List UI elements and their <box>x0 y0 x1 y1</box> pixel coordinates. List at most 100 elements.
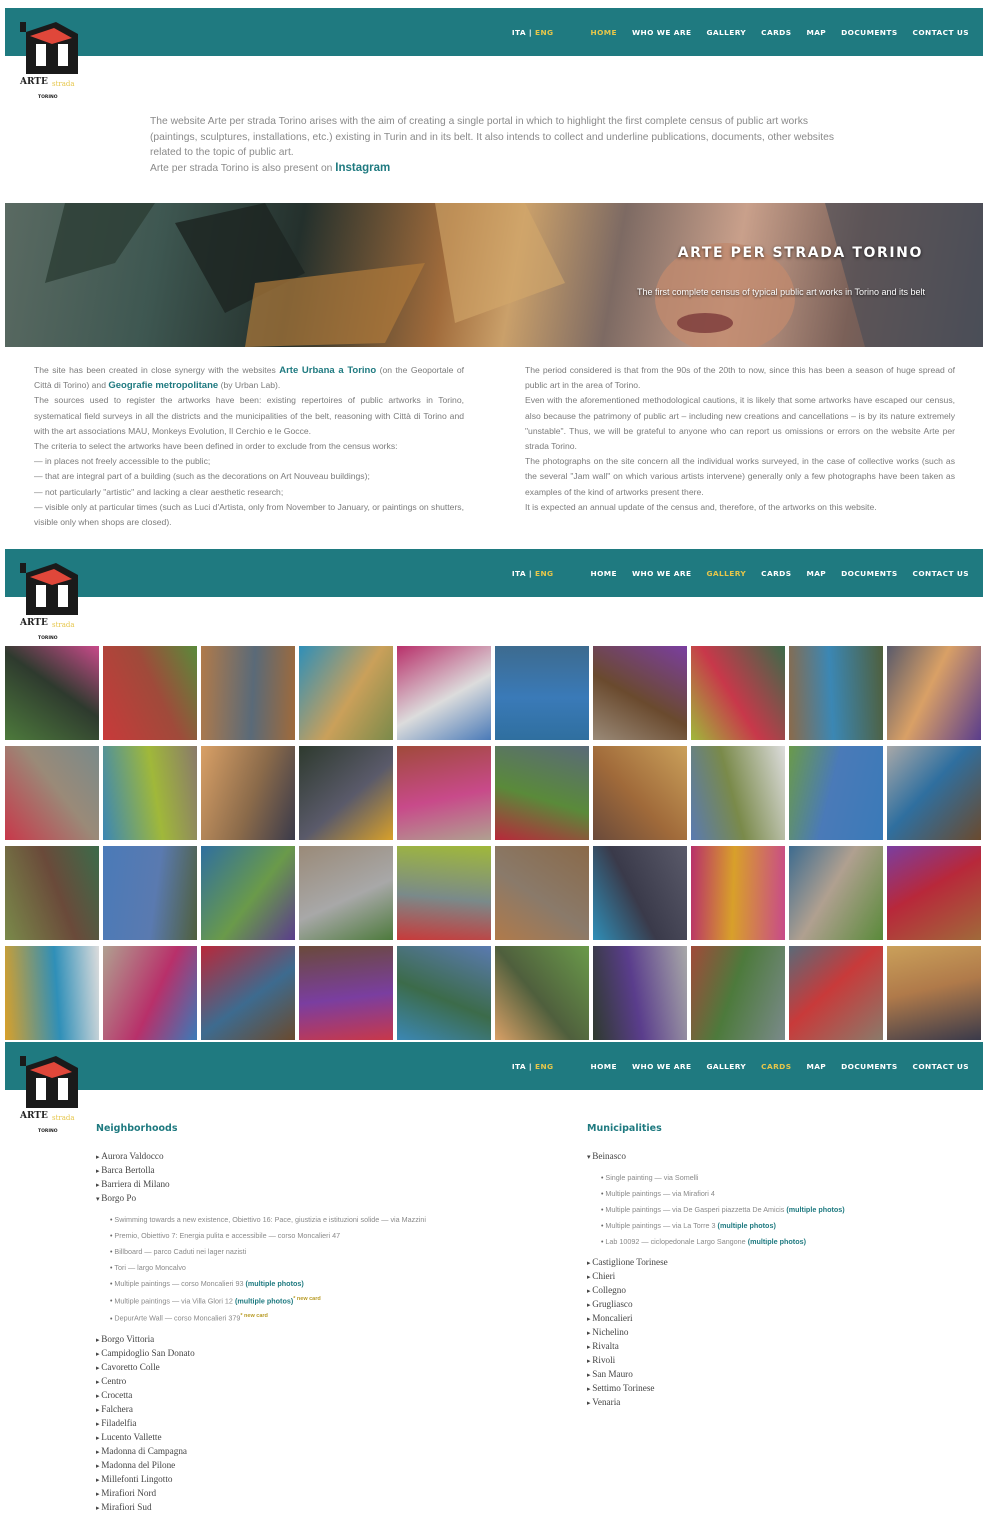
gallery-thumbnail[interactable] <box>887 946 981 1040</box>
list-item[interactable]: Aurora Valdocco <box>96 1150 426 1164</box>
geografie-metropolitane-link[interactable]: Geografie metropolitane <box>108 380 218 391</box>
gallery-thumbnail[interactable] <box>5 846 99 940</box>
nav-gallery[interactable]: GALLERY <box>706 28 746 37</box>
site-logo[interactable]: ARTE strada TORINO <box>16 14 82 104</box>
nav-who-we-are[interactable]: WHO WE ARE <box>632 1062 691 1071</box>
list-item[interactable]: Grugliasco <box>587 1298 845 1312</box>
gallery-thumbnail[interactable] <box>397 946 491 1040</box>
gallery-thumbnail[interactable] <box>397 846 491 940</box>
list-item[interactable]: Centro <box>96 1375 426 1389</box>
artwork-item[interactable]: Swimming towards a new existence, Obiett… <box>110 1212 426 1228</box>
list-item[interactable]: Madonna del Pilone <box>96 1459 426 1473</box>
gallery-thumbnail[interactable] <box>5 946 99 1040</box>
list-item[interactable]: Crocetta <box>96 1389 426 1403</box>
gallery-thumbnail[interactable] <box>593 846 687 940</box>
artwork-item[interactable]: Multiple paintings — corso Moncalieri 93… <box>110 1276 426 1292</box>
gallery-thumbnail[interactable] <box>789 746 883 840</box>
gallery-thumbnail[interactable] <box>495 946 589 1040</box>
nav-map[interactable]: MAP <box>806 569 826 578</box>
site-logo[interactable]: ARTE strada TORINO <box>16 1048 82 1138</box>
gallery-thumbnail[interactable] <box>5 746 99 840</box>
lang-eng-link[interactable]: ENG <box>535 569 554 578</box>
gallery-thumbnail[interactable] <box>495 746 589 840</box>
gallery-thumbnail[interactable] <box>691 746 785 840</box>
gallery-thumbnail[interactable] <box>299 946 393 1040</box>
list-item[interactable]: Beinasco <box>587 1150 845 1164</box>
gallery-thumbnail[interactable] <box>691 646 785 740</box>
gallery-thumbnail[interactable] <box>593 646 687 740</box>
list-item[interactable]: Moncalieri <box>587 1312 845 1326</box>
list-item[interactable]: Filadelfia <box>96 1417 426 1431</box>
list-item[interactable]: Borgo Vittoria <box>96 1333 426 1347</box>
multiple-photos-link[interactable]: (multiple photos) <box>786 1205 844 1214</box>
gallery-thumbnail[interactable] <box>887 746 981 840</box>
gallery-thumbnail[interactable] <box>103 846 197 940</box>
multiple-photos-link[interactable]: (multiple photos) <box>748 1237 806 1246</box>
nav-contact-us[interactable]: CONTACT US <box>913 569 969 578</box>
nav-cards[interactable]: CARDS <box>761 569 791 578</box>
gallery-thumbnail[interactable] <box>201 946 295 1040</box>
lang-eng-link[interactable]: ENG <box>535 1062 554 1071</box>
list-item[interactable]: San Mauro <box>587 1368 845 1382</box>
gallery-thumbnail[interactable] <box>789 946 883 1040</box>
gallery-thumbnail[interactable] <box>103 746 197 840</box>
nav-documents[interactable]: DOCUMENTS <box>841 28 897 37</box>
gallery-thumbnail[interactable] <box>397 646 491 740</box>
list-item[interactable]: Borgo Po <box>96 1192 426 1206</box>
nav-contact-us[interactable]: CONTACT US <box>913 28 969 37</box>
artwork-item[interactable]: Premio, Obiettivo 7: Energia pulita e ac… <box>110 1228 426 1244</box>
lang-ita-link[interactable]: ITA <box>512 569 526 578</box>
nav-documents[interactable]: DOCUMENTS <box>841 1062 897 1071</box>
gallery-thumbnail[interactable] <box>397 746 491 840</box>
list-item[interactable]: Nichelino <box>587 1326 845 1340</box>
list-item[interactable]: Lucento Vallette <box>96 1431 426 1445</box>
site-logo[interactable]: ARTE strada TORINO <box>16 555 82 645</box>
lang-eng-link[interactable]: ENG <box>535 28 554 37</box>
instagram-link[interactable]: Instagram <box>335 162 390 174</box>
artwork-item[interactable]: Multiple paintings — via Villa Glori 12 … <box>110 1292 426 1309</box>
list-item[interactable]: Millefonti Lingotto <box>96 1473 426 1487</box>
gallery-thumbnail[interactable] <box>691 946 785 1040</box>
nav-home[interactable]: HOME <box>591 1062 617 1071</box>
gallery-thumbnail[interactable] <box>299 746 393 840</box>
gallery-thumbnail[interactable] <box>887 646 981 740</box>
artwork-item[interactable]: Multiple paintings — via Mirafiori 4 <box>601 1186 845 1202</box>
gallery-thumbnail[interactable] <box>201 846 295 940</box>
artwork-item[interactable]: DepurArte Wall — corso Moncalieri 379* n… <box>110 1309 426 1326</box>
list-item[interactable]: Chieri <box>587 1270 845 1284</box>
gallery-thumbnail[interactable] <box>103 646 197 740</box>
gallery-thumbnail[interactable] <box>5 646 99 740</box>
gallery-thumbnail[interactable] <box>201 646 295 740</box>
list-item[interactable]: Mirafiori Nord <box>96 1487 426 1501</box>
multiple-photos-link[interactable]: (multiple photos) <box>718 1221 776 1230</box>
nav-documents[interactable]: DOCUMENTS <box>841 569 897 578</box>
artwork-item[interactable]: Lab 10092 — ciclopedonale Largo Sangone … <box>601 1234 845 1250</box>
arte-urbana-link[interactable]: Arte Urbana a Torino <box>279 365 376 376</box>
gallery-thumbnail[interactable] <box>691 846 785 940</box>
nav-map[interactable]: MAP <box>806 28 826 37</box>
list-item[interactable]: Madonna di Campagna <box>96 1445 426 1459</box>
gallery-thumbnail[interactable] <box>887 846 981 940</box>
nav-gallery[interactable]: GALLERY <box>706 569 746 578</box>
gallery-thumbnail[interactable] <box>299 646 393 740</box>
artwork-item[interactable]: Billboard — parco Caduti nei lager nazis… <box>110 1244 426 1260</box>
artwork-item[interactable]: Tori — largo Moncalvo <box>110 1260 426 1276</box>
list-item[interactable]: Collegno <box>587 1284 845 1298</box>
multiple-photos-link[interactable]: (multiple photos) <box>235 1296 293 1305</box>
nav-cards[interactable]: CARDS <box>761 28 791 37</box>
list-item[interactable]: Barca Bertolla <box>96 1164 426 1178</box>
gallery-thumbnail[interactable] <box>201 746 295 840</box>
gallery-thumbnail[interactable] <box>789 846 883 940</box>
list-item[interactable]: Campidoglio San Donato <box>96 1347 426 1361</box>
list-item[interactable]: Cavoretto Colle <box>96 1361 426 1375</box>
list-item[interactable]: Barriera di Milano <box>96 1178 426 1192</box>
gallery-thumbnail[interactable] <box>593 946 687 1040</box>
list-item[interactable]: Rivalta <box>587 1340 845 1354</box>
artwork-item[interactable]: Multiple paintings — via De Gasperi piaz… <box>601 1202 844 1218</box>
list-item[interactable]: Rivoli <box>587 1354 845 1368</box>
gallery-thumbnail[interactable] <box>593 746 687 840</box>
nav-gallery[interactable]: GALLERY <box>706 1062 746 1071</box>
multiple-photos-link[interactable]: (multiple photos) <box>245 1279 303 1288</box>
gallery-thumbnail[interactable] <box>789 646 883 740</box>
gallery-thumbnail[interactable] <box>103 946 197 1040</box>
